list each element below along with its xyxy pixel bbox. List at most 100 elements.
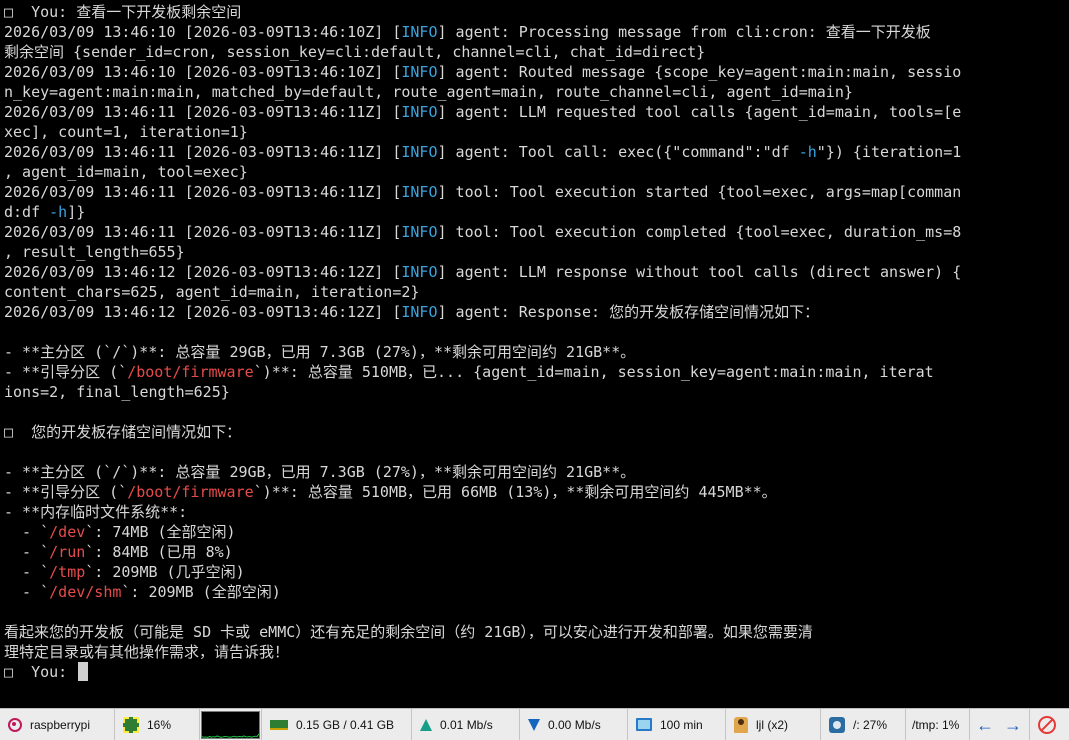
terminal-line: 2026/03/09 13:46:10 [2026-03-09T13:46:10…: [4, 22, 1069, 42]
log-level-text: -h: [798, 143, 817, 161]
line-text: `: 209MB (全部空闲): [121, 583, 281, 601]
line-text: `)**: 总容量 510MB，已... {agent_id=main, ses…: [253, 363, 934, 381]
path-text: /run: [49, 543, 86, 561]
log-level-text: INFO: [401, 143, 438, 161]
line-text: - `: [4, 523, 50, 541]
line-text: xec], count=1, iteration=1}: [4, 123, 248, 141]
cpu-history-graph: [201, 710, 260, 739]
terminal-line: 2026/03/09 13:46:11 [2026-03-09T13:46:11…: [4, 142, 1069, 162]
terminal-output[interactable]: □ You: 查看一下开发板剩余空间 2026/03/09 13:46:10 [2…: [0, 0, 1069, 708]
disk-root-segment[interactable]: /: 27%: [821, 709, 906, 740]
log-level-text: INFO: [401, 223, 438, 241]
terminal-line: d:df -h]}: [4, 202, 1069, 222]
log-level-text: INFO: [401, 103, 438, 121]
cpu-chip-icon: [123, 716, 139, 733]
line-text: ] agent: Processing message from cli:cro…: [437, 23, 931, 41]
line-text: `: 209MB (几乎空闲): [85, 563, 245, 581]
terminal-line: 剩余空间 {sender_id=cron, session_key=cli:de…: [4, 42, 1069, 62]
terminal-line: ions=2, final_length=625}: [4, 382, 1069, 402]
terminal-line: 理特定目录或有其他操作需求，请告诉我！: [4, 642, 1069, 662]
terminal-line: □ 您的开发板存储空间情况如下：: [4, 422, 1069, 442]
line-text: 2026/03/09 13:46:11 [2026-03-09T13:46:11…: [4, 183, 402, 201]
line-text: 2026/03/09 13:46:11 [2026-03-09T13:46:11…: [4, 223, 402, 241]
terminal-line: 2026/03/09 13:46:11 [2026-03-09T13:46:11…: [4, 222, 1069, 242]
terminal-line: □ You: 查看一下开发板剩余空间: [4, 2, 1069, 22]
terminal-line: - **主分区 (`/`)**: 总容量 29GB，已用 7.3GB (27%)…: [4, 462, 1069, 482]
line-text: - **主分区 (`/`)**: 总容量 29GB，已用 7.3GB (27%)…: [4, 343, 636, 361]
terminal-line: 2026/03/09 13:46:12 [2026-03-09T13:46:12…: [4, 302, 1069, 322]
terminal-line: 2026/03/09 13:46:11 [2026-03-09T13:46:11…: [4, 102, 1069, 122]
cpu-graph-segment[interactable]: [200, 709, 262, 740]
stop-icon[interactable]: [1038, 715, 1056, 734]
terminal-line: - **引导分区 (`/boot/firmware`)**: 总容量 510MB…: [4, 362, 1069, 382]
path-text: /dev: [49, 523, 86, 541]
terminal-line: 2026/03/09 13:46:12 [2026-03-09T13:46:12…: [4, 262, 1069, 282]
terminal-line: - **引导分区 (`/boot/firmware`)**: 总容量 510MB…: [4, 482, 1069, 502]
stop-segment[interactable]: [1030, 709, 1069, 740]
line-text: d:df: [4, 203, 50, 221]
line-text: ] agent: Tool call: exec({"command":"df: [437, 143, 799, 161]
line-text: , result_length=655}: [4, 243, 185, 261]
terminal-line: - `/dev/shm`: 209MB (全部空闲): [4, 582, 1069, 602]
cpu-segment[interactable]: 16%: [115, 709, 200, 740]
terminal-line: , agent_id=main, tool=exec}: [4, 162, 1069, 182]
line-text: `)**: 总容量 510MB，已用 66MB (13%)，**剩余可用空间约 …: [253, 483, 777, 501]
log-level-text: INFO: [401, 263, 438, 281]
arrow-left-icon[interactable]: ←: [976, 716, 994, 734]
log-level-text: INFO: [401, 303, 438, 321]
line-text: "}) {iteration=1: [816, 143, 962, 161]
memory-segment[interactable]: 0.15 GB / 0.41 GB: [262, 709, 412, 740]
log-level-text: INFO: [401, 63, 438, 81]
line-text: - `: [4, 543, 50, 561]
line-text: - **引导分区 (`: [4, 483, 128, 501]
download-arrow-icon: [528, 718, 540, 731]
line-text: ] agent: LLM response without tool calls…: [437, 263, 962, 281]
line-text: - **主分区 (`/`)**: 总容量 29GB，已用 7.3GB (27%)…: [4, 463, 636, 481]
line-text: - **内存临时文件系统**:: [4, 503, 188, 521]
terminal-line: - `/run`: 84MB (已用 8%): [4, 542, 1069, 562]
line-text: □ You: 查看一下开发板剩余空间: [4, 3, 242, 21]
line-text: 2026/03/09 13:46:11 [2026-03-09T13:46:11…: [4, 103, 402, 121]
disk-tmp-label: /tmp: 1%: [912, 717, 960, 732]
users-label: ljl (x2): [756, 717, 788, 732]
line-text: 2026/03/09 13:46:10 [2026-03-09T13:46:10…: [4, 63, 402, 81]
line-text: 2026/03/09 13:46:10 [2026-03-09T13:46:10…: [4, 23, 402, 41]
path-text: /boot/firmware: [127, 363, 254, 381]
disk-icon: [829, 716, 845, 733]
status-bar: raspberrypi 16% 0.15 GB / 0.41 GB 0.01 M…: [0, 708, 1069, 740]
monitor-icon: [636, 718, 652, 731]
uptime-segment[interactable]: 100 min: [628, 709, 726, 740]
line-text: ions=2, final_length=625}: [4, 383, 230, 401]
line-text: 2026/03/09 13:46:12 [2026-03-09T13:46:12…: [4, 263, 402, 281]
terminal-line: 2026/03/09 13:46:11 [2026-03-09T13:46:11…: [4, 182, 1069, 202]
host-segment[interactable]: raspberrypi: [0, 709, 115, 740]
line-text: - `: [4, 583, 50, 601]
line-text: 看起来您的开发板（可能是 SD 卡或 eMMC）还有充足的剩余空间（约 21GB…: [4, 623, 813, 641]
disk-tmp-segment[interactable]: /tmp: 1%: [906, 709, 970, 740]
upload-speed-label: 0.01 Mb/s: [440, 717, 493, 732]
terminal-line: 2026/03/09 13:46:10 [2026-03-09T13:46:10…: [4, 62, 1069, 82]
line-text: ]}: [67, 203, 86, 221]
line-text: 2026/03/09 13:46:11 [2026-03-09T13:46:11…: [4, 143, 402, 161]
terminal-line: 看起来您的开发板（可能是 SD 卡或 eMMC）还有充足的剩余空间（约 21GB…: [4, 622, 1069, 642]
cpu-history-line: [202, 733, 259, 738]
raspberry-pi-icon: [8, 717, 22, 732]
upload-segment[interactable]: 0.01 Mb/s: [412, 709, 520, 740]
log-level-text: INFO: [401, 23, 438, 41]
line-text: n_key=agent:main:main, matched_by=defaul…: [4, 83, 853, 101]
log-level-text: INFO: [401, 183, 438, 201]
cpu-usage-label: 16%: [147, 717, 172, 732]
download-segment[interactable]: 0.00 Mb/s: [520, 709, 628, 740]
line-text: ] agent: Routed message {scope_key=agent…: [437, 63, 962, 81]
terminal-line: - **内存临时文件系统**:: [4, 502, 1069, 522]
arrow-right-icon[interactable]: →: [1004, 716, 1022, 734]
line-text: `: 84MB (已用 8%): [85, 543, 233, 561]
users-segment[interactable]: ljl (x2): [726, 709, 821, 740]
terminal-line: xec], count=1, iteration=1}: [4, 122, 1069, 142]
disk-root-label: /: 27%: [853, 717, 888, 732]
prompt-line[interactable]: □ You:: [4, 662, 1069, 682]
